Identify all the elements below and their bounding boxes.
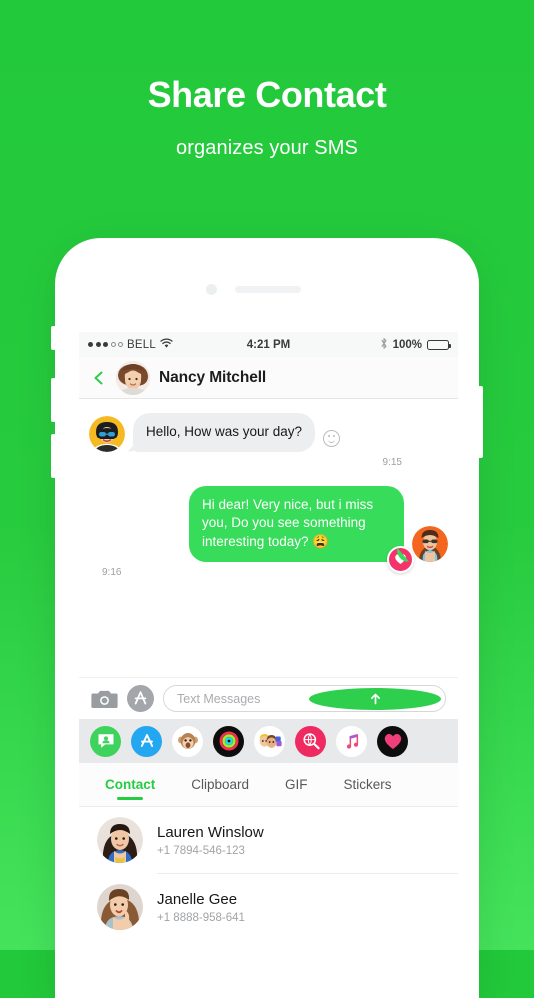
conversation-header: Nancy Mitchell — [79, 357, 458, 399]
search-input[interactable]: Text Messages — [163, 685, 446, 712]
battery-percent-label: 100% — [392, 338, 422, 351]
carrier-label: BELL — [127, 338, 156, 351]
list-item[interactable]: Lauren Winslow +1 7894-546-123 — [79, 807, 458, 873]
page-title: Share Contact — [147, 74, 387, 115]
tab-clipboard[interactable]: Clipboard — [173, 763, 267, 806]
tab-label: GIF — [285, 777, 308, 792]
tab-label: Clipboard — [191, 777, 250, 792]
list-item[interactable]: Janelle Gee +1 8888-958-641 — [79, 874, 458, 940]
bluetooth-icon — [380, 337, 388, 353]
heart-badge-icon[interactable] — [387, 545, 414, 573]
message-input-bar: Text Messages — [79, 677, 458, 719]
message-timestamp-incoming: 9:15 — [382, 456, 402, 468]
conversation-title: Nancy Mitchell — [159, 368, 267, 386]
messages-app-icon[interactable] — [90, 725, 121, 757]
message-list[interactable]: Hello, How was your day? 9:15 Hi dear! V… — [79, 399, 458, 677]
back-chevron-icon[interactable] — [91, 370, 107, 386]
tab-label: Stickers — [343, 777, 392, 792]
volume-down-button[interactable] — [51, 434, 56, 478]
heart-digital-touch-icon[interactable] — [377, 725, 408, 757]
send-arrow-up-icon[interactable] — [309, 687, 441, 710]
signal-strength-icon — [88, 342, 123, 347]
message-row-outgoing: Hi dear! Very nice, but i miss you, Do y… — [89, 485, 448, 573]
memoji-people-icon[interactable] — [254, 725, 285, 757]
status-bar: BELL 4:21 PM 100% — [79, 332, 458, 357]
status-bar-left: BELL — [88, 338, 173, 352]
app-store-app-icon[interactable] — [131, 725, 162, 757]
activity-rings-icon[interactable] — [213, 725, 244, 757]
lauren-avatar[interactable] — [97, 817, 143, 863]
message-text: Hello, How was your day? — [146, 424, 303, 439]
contact-list[interactable]: Lauren Winslow +1 7894-546-123 Janelle G… — [79, 807, 458, 940]
outgoing-avatar[interactable] — [412, 525, 448, 562]
smiley-icon[interactable] — [323, 429, 341, 447]
message-bubble-outgoing[interactable]: Hi dear! Very nice, but i miss you, Do y… — [189, 485, 414, 573]
app-store-icon[interactable] — [127, 685, 154, 712]
front-camera-icon — [206, 284, 217, 295]
animoji-monkey-icon[interactable] — [172, 725, 203, 757]
incoming-avatar[interactable] — [89, 415, 125, 452]
phone-mockup: BELL 4:21 PM 100% Nancy Mitchell Hello, … — [51, 238, 483, 998]
message-text: Hi dear! Very nice, but i miss you, Do y… — [202, 496, 374, 549]
page-subtitle: organizes your SMS — [176, 136, 358, 159]
message-bubble-incoming[interactable]: Hello, How was your day? — [133, 413, 316, 452]
tab-gif[interactable]: GIF — [267, 763, 326, 806]
contact-details: Janelle Gee +1 8888-958-641 — [157, 891, 442, 924]
phone-screen: BELL 4:21 PM 100% Nancy Mitchell Hello, … — [79, 332, 458, 998]
camera-icon[interactable] — [91, 688, 118, 710]
extension-tab-bar[interactable]: Contact Clipboard GIF Stickers — [79, 763, 458, 807]
avatar[interactable] — [116, 360, 150, 395]
contact-name: Lauren Winslow — [157, 823, 264, 841]
contact-phone: +1 8888-958-641 — [157, 911, 245, 924]
message-input-placeholder: Text Messages — [177, 691, 261, 706]
earpiece-speaker — [235, 286, 301, 293]
janelle-avatar[interactable] — [97, 884, 143, 930]
battery-icon — [427, 339, 451, 350]
volume-up-button[interactable] — [51, 378, 56, 422]
mute-switch-button[interactable] — [51, 326, 56, 350]
status-bar-right: 100% — [380, 337, 451, 353]
contact-details: Lauren Winslow +1 7894-546-123 — [157, 824, 442, 857]
image-search-icon[interactable] — [295, 725, 326, 757]
contact-name: Janelle Gee — [157, 890, 238, 908]
music-note-icon[interactable] — [336, 725, 367, 757]
imessage-app-strip[interactable] — [79, 719, 458, 763]
hero-banner: Share Contact organizes your SMS — [0, 0, 534, 160]
tab-contact[interactable]: Contact — [87, 763, 173, 806]
contact-phone: +1 7894-546-123 — [157, 844, 245, 857]
power-button[interactable] — [478, 386, 483, 458]
tab-stickers[interactable]: Stickers — [326, 763, 410, 806]
wifi-icon — [160, 338, 173, 352]
message-row-incoming: Hello, How was your day? — [89, 413, 448, 452]
tab-label: Contact — [105, 777, 156, 792]
